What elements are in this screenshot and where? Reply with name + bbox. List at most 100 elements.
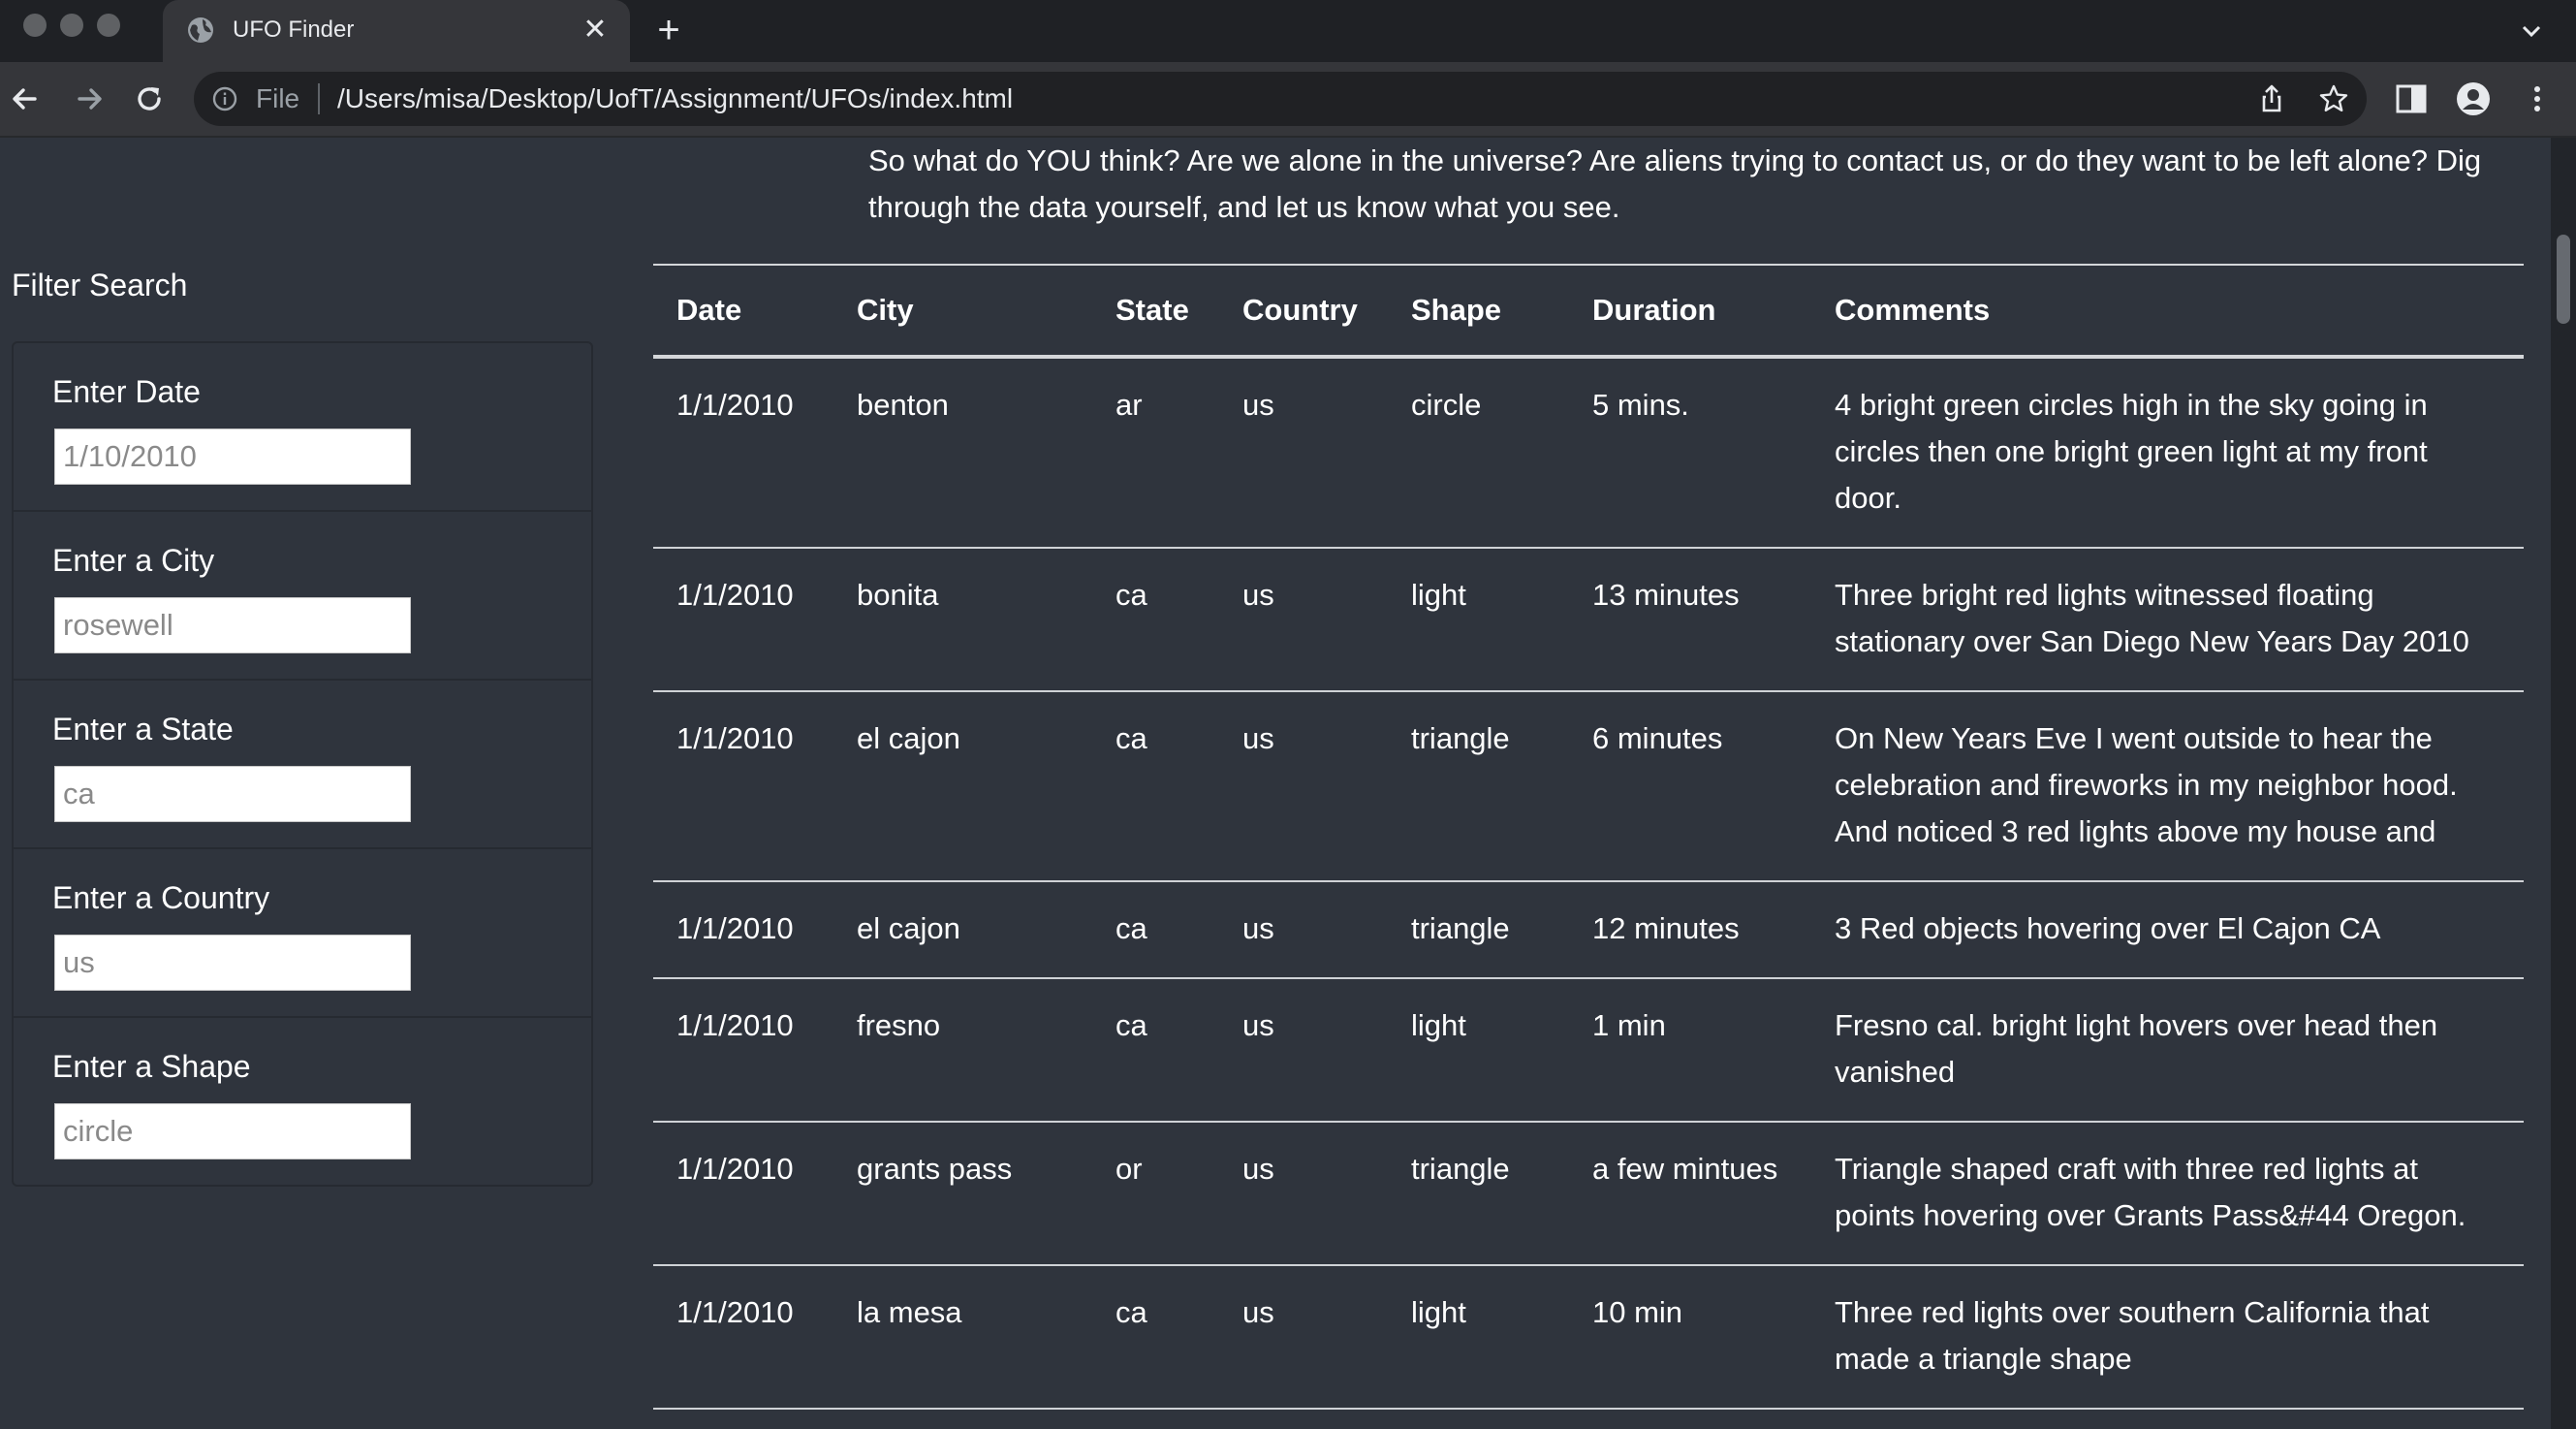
table-header-row: Date City State Country Shape Duration C…	[653, 265, 2524, 357]
cell-date: 1/1/2010	[676, 388, 794, 422]
cell-date: 1/1/2010	[676, 1152, 794, 1186]
cell-shape: light	[1411, 1295, 1466, 1329]
page-scrollbar[interactable]	[2551, 138, 2576, 1429]
table-row: 1/1/2010 benton ar us circle 5 mins. 4 b…	[653, 357, 2524, 548]
cell-date: 1/1/2010	[676, 911, 794, 945]
window-close-dot[interactable]	[23, 14, 47, 37]
cell-city: bonita	[857, 578, 939, 612]
filter-date-label: Enter Date	[52, 374, 201, 409]
browser-tab-strip: UFO Finder ✕ +	[0, 0, 2576, 62]
cell-duration: 10 min	[1592, 1295, 1683, 1329]
cell-date: 1/1/2010	[676, 1008, 794, 1042]
table-row: 1/1/2010 bonita ca us light 13 minutes T…	[653, 548, 2524, 691]
table-row: 1/1/2010 grants pass or us triangle a fe…	[653, 1122, 2524, 1265]
cell-state: ca	[1115, 1008, 1147, 1042]
chevron-down-icon[interactable]	[2516, 16, 2547, 47]
filter-country: Enter a Country	[14, 849, 591, 1018]
cell-comments: Three bright red lights witnessed floati…	[1835, 578, 2469, 658]
cell-duration: a few mintues	[1592, 1152, 1778, 1186]
shape-input[interactable]	[54, 1103, 411, 1159]
column-header-comments: Comments	[1835, 293, 1991, 327]
cell-city: el cajon	[857, 721, 960, 755]
filter-date: Enter Date	[14, 343, 591, 512]
cell-city: la mesa	[857, 1295, 962, 1329]
side-panel-icon[interactable]	[2394, 81, 2429, 116]
address-bar[interactable]: File /Users/misa/Desktop/UofT/Assignment…	[194, 72, 2367, 126]
cell-duration: 13 minutes	[1592, 578, 1740, 612]
filter-shape-label: Enter a Shape	[52, 1049, 251, 1084]
country-input[interactable]	[54, 935, 411, 991]
scrollbar-thumb[interactable]	[2557, 235, 2570, 324]
filter-country-label: Enter a Country	[52, 880, 270, 915]
date-input[interactable]	[54, 429, 411, 485]
cell-duration: 5 mins.	[1592, 388, 1689, 422]
window-minimize-dot[interactable]	[60, 14, 83, 37]
table-row: 1/1/2010 la mesa ca us light 10 min Thre…	[653, 1265, 2524, 1409]
state-input[interactable]	[54, 766, 411, 822]
info-icon[interactable]	[211, 85, 238, 112]
cell-shape: light	[1411, 1008, 1466, 1042]
table-row: 1/1/2010 fresno ca us light 1 min Fresno…	[653, 978, 2524, 1122]
star-icon[interactable]	[2318, 83, 2349, 114]
cell-country: us	[1242, 721, 1274, 755]
filter-state-label: Enter a State	[52, 712, 234, 746]
cell-country: us	[1242, 1008, 1274, 1042]
cell-city: benton	[857, 388, 949, 422]
filter-panel: Enter Date Enter a City Enter a State En…	[12, 341, 593, 1187]
table-row: 1/1/2010 el cajon ca us triangle 6 minut…	[653, 691, 2524, 881]
cell-state: ca	[1115, 578, 1147, 612]
column-header-country: Country	[1242, 293, 1358, 327]
cell-shape: triangle	[1411, 911, 1510, 945]
cell-duration: 12 minutes	[1592, 911, 1740, 945]
column-header-state: State	[1115, 293, 1189, 327]
back-arrow-icon[interactable]	[6, 79, 45, 118]
column-header-duration: Duration	[1592, 293, 1716, 327]
cell-shape: triangle	[1411, 1152, 1510, 1186]
filter-city: Enter a City	[14, 512, 591, 681]
cell-duration: 6 minutes	[1592, 721, 1723, 755]
cell-comments: 3 Red objects hovering over El Cajon CA	[1835, 911, 2381, 945]
cell-city: el cajon	[857, 911, 960, 945]
share-icon[interactable]	[2256, 83, 2287, 114]
window-zoom-dot[interactable]	[97, 14, 120, 37]
close-icon[interactable]: ✕	[578, 13, 613, 48]
cell-state: ar	[1115, 388, 1143, 422]
plus-icon[interactable]: +	[649, 11, 688, 50]
cell-city: grants pass	[857, 1152, 1013, 1186]
cell-comments: Fresno cal. bright light hovers over hea…	[1835, 1008, 2438, 1089]
cell-duration: 1 min	[1592, 1008, 1666, 1042]
cell-shape: circle	[1411, 388, 1482, 422]
table-row: 1/1/2010 el cajon ca us triangle 12 minu…	[653, 881, 2524, 978]
column-header-shape: Shape	[1411, 293, 1502, 327]
profile-icon[interactable]	[2456, 81, 2491, 116]
cell-date: 1/1/2010	[676, 578, 794, 612]
browser-toolbar: File /Users/misa/Desktop/UofT/Assignment…	[0, 62, 2576, 138]
forward-arrow-icon[interactable]	[70, 79, 109, 118]
ufo-table: Date City State Country Shape Duration C…	[653, 264, 2524, 1410]
cell-state: ca	[1115, 911, 1147, 945]
browser-tab-active[interactable]: UFO Finder ✕	[163, 0, 630, 62]
more-menu-icon[interactable]	[2520, 81, 2555, 116]
cell-city: fresno	[857, 1008, 941, 1042]
city-input[interactable]	[54, 597, 411, 653]
reload-icon[interactable]	[130, 79, 169, 118]
intro-text: So what do YOU think? Are we alone in th…	[868, 143, 2482, 224]
cell-country: us	[1242, 388, 1274, 422]
cell-state: ca	[1115, 1295, 1147, 1329]
filter-search-title: Filter Search	[12, 268, 188, 302]
address-divider	[318, 83, 320, 114]
filter-state: Enter a State	[14, 681, 591, 849]
address-url[interactable]: /Users/misa/Desktop/UofT/Assignment/UFOs…	[337, 84, 1013, 113]
cell-comments: Three red lights over southern Californi…	[1835, 1295, 2430, 1376]
cell-country: us	[1242, 578, 1274, 612]
cell-date: 1/1/2010	[676, 721, 794, 755]
table-header: Date City State Country Shape Duration C…	[653, 265, 2524, 357]
cell-comments: On New Years Eve I went outside to hear …	[1835, 721, 2458, 848]
cell-shape: triangle	[1411, 721, 1510, 755]
cell-comments: 4 bright green circles high in the sky g…	[1835, 388, 2428, 515]
address-scheme: File	[256, 83, 300, 113]
filter-shape: Enter a Shape	[14, 1018, 591, 1187]
page-content: So what do YOU think? Are we alone in th…	[0, 138, 2551, 1429]
cell-country: us	[1242, 1295, 1274, 1329]
cell-country: us	[1242, 1152, 1274, 1186]
